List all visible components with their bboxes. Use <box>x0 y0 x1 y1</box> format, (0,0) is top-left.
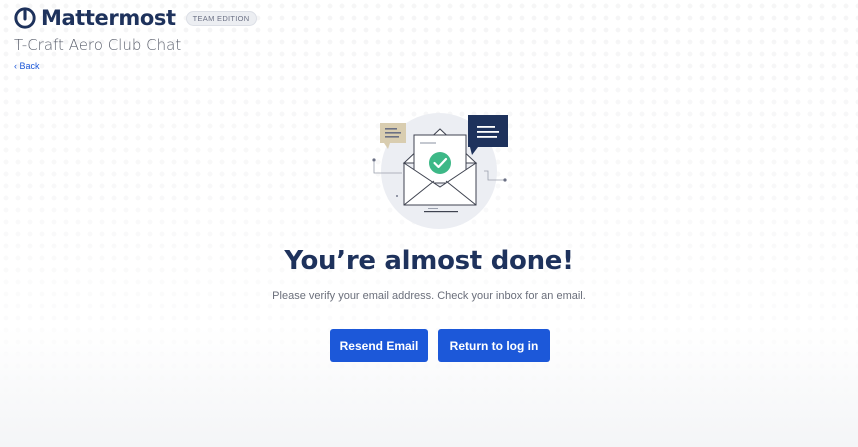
action-buttons: Resend Email Return to log in <box>330 329 550 362</box>
back-link-label: Back <box>19 61 40 71</box>
site-name: T-Craft Aero Club Chat <box>14 36 182 54</box>
edition-badge: TEAM EDITION <box>185 10 257 26</box>
back-link[interactable]: ‹ Back <box>14 61 257 71</box>
resend-email-button[interactable]: Resend Email <box>330 329 428 362</box>
page-subtitle: Please verify your email address. Check … <box>272 290 586 302</box>
mattermost-logo-icon <box>14 7 36 29</box>
return-to-login-button[interactable]: Return to log in <box>438 329 550 362</box>
brand: Mattermost TEAM EDITION <box>14 6 257 30</box>
header: Mattermost TEAM EDITION T-Craft Aero Clu… <box>14 6 257 71</box>
brand-name: Mattermost <box>41 6 176 30</box>
email-verification-illustration <box>372 113 508 229</box>
page-title: You’re almost done! <box>284 246 574 276</box>
